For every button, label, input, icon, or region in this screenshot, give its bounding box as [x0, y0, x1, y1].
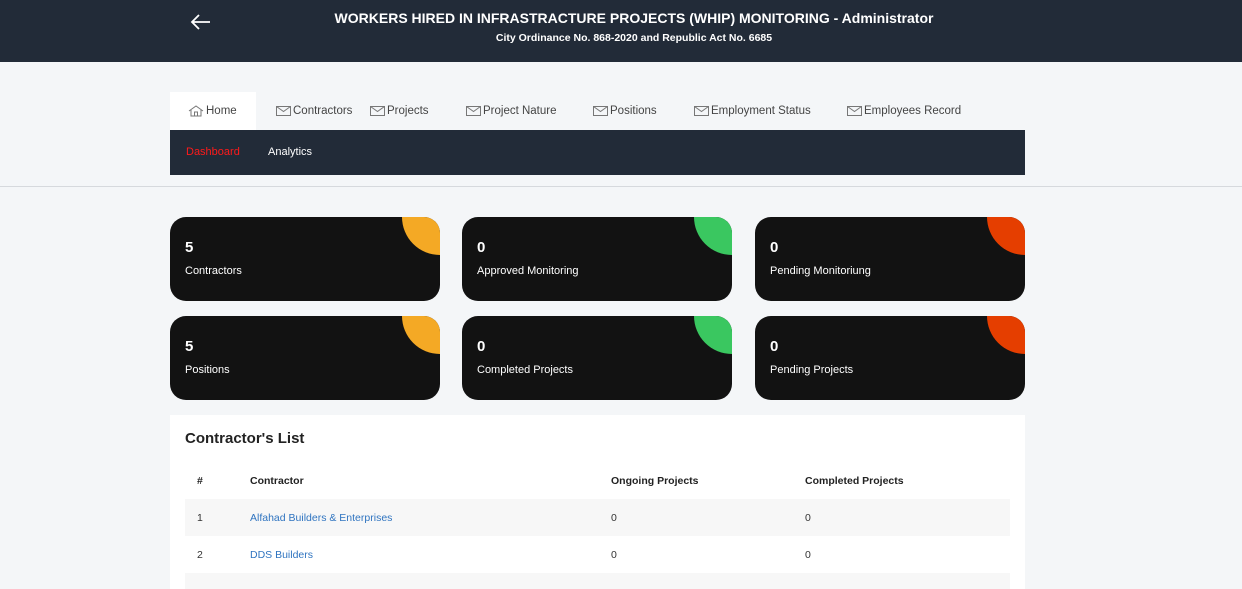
cell-number: 2: [197, 549, 203, 561]
cell-completed: 0: [805, 512, 811, 524]
col-header-contractor: Contractor: [250, 475, 304, 487]
card-accent: [694, 217, 732, 255]
app-subtitle: City Ordinance No. 868-2020 and Republic…: [495, 32, 773, 44]
tab-employees-record[interactable]: Employees Record: [847, 92, 987, 130]
tab-label: Employees Record: [864, 105, 962, 117]
stat-card-approved-monitoring: 0 Approved Monitoring: [462, 217, 732, 301]
stat-label: Approved Monitoring: [477, 265, 579, 277]
envelope-icon: [466, 106, 481, 116]
subnav-dashboard[interactable]: Dashboard: [186, 146, 240, 158]
contractor-link[interactable]: DDS Builders: [250, 549, 313, 561]
table-row: 2 DDS Builders 0 0: [185, 536, 1010, 573]
cell-ongoing: 0: [611, 512, 617, 524]
top-header: WORKERS HIRED IN INFRASTRACTURE PROJECTS…: [0, 0, 1242, 62]
tab-positions[interactable]: Positions: [593, 92, 694, 130]
table-row: 1 Alfahad Builders & Enterprises 0 0: [185, 499, 1010, 536]
stat-label: Pending Projects: [770, 364, 854, 376]
tab-label: Employment Status: [711, 105, 811, 117]
stat-label: Completed Projects: [477, 364, 573, 376]
stat-value: 0: [477, 239, 486, 256]
home-icon: [188, 105, 204, 117]
subnav-analytics[interactable]: Analytics: [268, 146, 312, 158]
envelope-icon: [847, 106, 862, 116]
tab-project-nature[interactable]: Project Nature: [466, 92, 593, 130]
stat-card-pending-projects: 0 Pending Projects: [755, 316, 1025, 400]
tab-label: Positions: [610, 105, 657, 117]
col-header-completed: Completed Projects: [805, 475, 904, 487]
card-accent: [987, 217, 1025, 255]
card-accent: [402, 316, 440, 354]
col-header-number: #: [197, 475, 203, 487]
stat-label: Positions: [185, 364, 230, 376]
card-accent: [402, 217, 440, 255]
card-accent: [987, 316, 1025, 354]
tab-projects[interactable]: Projects: [370, 92, 466, 130]
stat-value: 0: [770, 338, 779, 355]
stat-card-positions: 5 Positions: [170, 316, 440, 400]
divider: [0, 186, 1242, 187]
sub-navigation: Dashboard Analytics: [170, 130, 1025, 175]
envelope-icon: [370, 106, 385, 116]
tab-employment-status[interactable]: Employment Status: [694, 92, 847, 130]
stat-card-completed-projects: 0 Completed Projects: [462, 316, 732, 400]
cell-ongoing: 0: [611, 549, 617, 561]
stat-label: Contractors: [185, 265, 242, 277]
tab-label: Projects: [387, 105, 429, 117]
panel-title: Contractor's List: [185, 430, 305, 447]
stat-value: 0: [477, 338, 486, 355]
contractor-link[interactable]: Alfahad Builders & Enterprises: [250, 512, 392, 524]
tab-label: Contractors: [293, 105, 353, 117]
tab-label: Project Nature: [483, 105, 557, 117]
tab-contractors[interactable]: Contractors: [256, 92, 370, 130]
table-header: # Contractor Ongoing Projects Completed …: [185, 475, 1010, 499]
contractors-list-panel: Contractor's List # Contractor Ongoing P…: [170, 415, 1025, 589]
envelope-icon: [593, 106, 608, 116]
stat-card-contractors: 5 Contractors: [170, 217, 440, 301]
back-arrow-icon[interactable]: [188, 10, 214, 34]
cell-number: 1: [197, 512, 203, 524]
col-header-ongoing: Ongoing Projects: [611, 475, 699, 487]
envelope-icon: [694, 106, 709, 116]
stat-card-pending-monitoring: 0 Pending Monitoriung: [755, 217, 1025, 301]
stat-value: 0: [770, 239, 779, 256]
stat-label: Pending Monitoriung: [770, 265, 871, 277]
table-row-partial: [185, 573, 1010, 589]
tab-label: Home: [206, 105, 237, 117]
stat-value: 5: [185, 239, 194, 256]
app-title: WORKERS HIRED IN INFRASTRACTURE PROJECTS…: [334, 10, 934, 26]
main-tabs: Home Contractors Projects Project Nature…: [170, 92, 1025, 130]
cell-completed: 0: [805, 549, 811, 561]
card-accent: [694, 316, 732, 354]
stat-value: 5: [185, 338, 194, 355]
envelope-icon: [276, 106, 291, 116]
tab-home[interactable]: Home: [170, 92, 256, 130]
